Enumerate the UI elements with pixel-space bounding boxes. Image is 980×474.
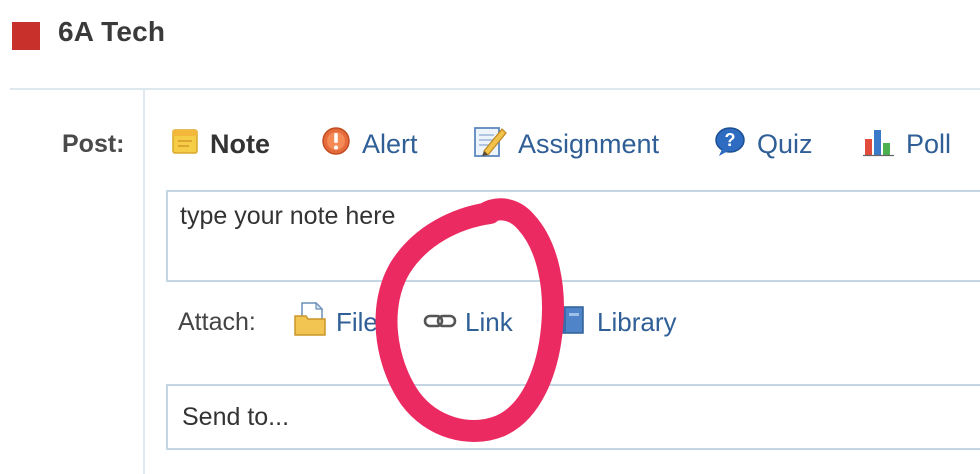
post-label: Post:: [62, 130, 125, 158]
library-icon: [555, 301, 589, 344]
attach-item-label: Link: [465, 306, 513, 337]
file-icon: [292, 300, 328, 345]
edmodo-post-composer: 6A Tech Post: Note Alert Assignment ? Qu…: [0, 0, 980, 474]
assignment-icon: [472, 123, 508, 166]
post-type-label: Assignment: [518, 128, 660, 159]
post-type-poll[interactable]: Poll: [862, 124, 951, 164]
alert-icon: [320, 125, 352, 164]
svg-text:?: ?: [725, 130, 736, 150]
group-name[interactable]: 6A Tech: [58, 16, 165, 48]
post-type-label: Poll: [906, 128, 952, 159]
post-type-note[interactable]: Note: [170, 124, 270, 164]
post-type-label: Alert: [362, 128, 418, 159]
attach-item-label: File: [336, 306, 378, 337]
post-type-quiz[interactable]: ? Quiz: [713, 124, 813, 164]
post-type-label: Quiz: [757, 128, 813, 159]
link-icon: [423, 307, 457, 338]
group-color-square: [12, 22, 40, 50]
post-type-assignment[interactable]: Assignment: [472, 124, 659, 164]
note-textarea[interactable]: type your note here: [166, 190, 980, 282]
side-divider: [143, 90, 145, 474]
group-header: 6A Tech: [0, 0, 980, 88]
header-divider: [10, 88, 980, 90]
attach-library-button[interactable]: Library: [555, 302, 676, 342]
post-type-label: Note: [210, 128, 270, 159]
quiz-icon: ?: [713, 125, 747, 164]
attach-link-button[interactable]: Link: [423, 302, 513, 342]
attach-item-label: Library: [597, 306, 677, 337]
send-to-input[interactable]: Send to...: [166, 384, 980, 450]
post-type-alert[interactable]: Alert: [320, 124, 418, 164]
attach-file-button[interactable]: File: [292, 300, 378, 345]
poll-icon: [862, 125, 896, 164]
note-icon: [170, 126, 200, 163]
attach-label: Attach:: [178, 308, 256, 336]
